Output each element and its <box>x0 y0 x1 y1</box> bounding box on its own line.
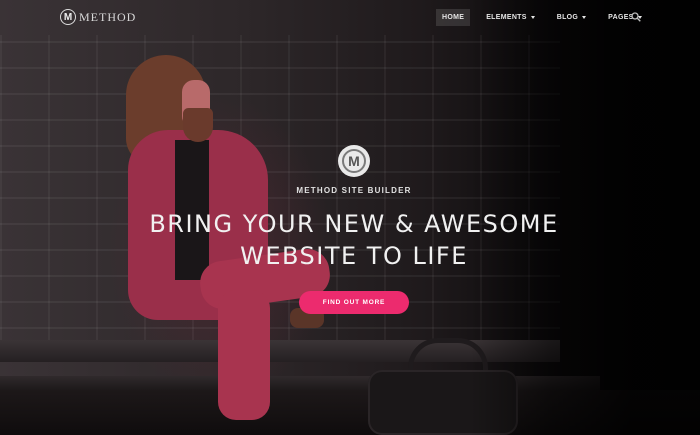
person-beard <box>183 108 213 142</box>
headline-line-2: WEBSITE TO LIFE <box>240 242 468 270</box>
main-menu: HOME ELEMENTS BLOG PAGES <box>436 9 658 26</box>
nav-item-label: ELEMENTS <box>486 14 527 21</box>
find-out-more-button[interactable]: FIND OUT MORE <box>299 291 409 314</box>
headline-line-1: BRING YOUR NEW & AWESOME <box>149 210 559 238</box>
person-leg <box>218 290 270 420</box>
site-logo[interactable]: M METHOD <box>60 9 136 25</box>
hero-headline: BRING YOUR NEW & AWESOME WEBSITE TO LIFE <box>130 208 578 272</box>
top-navbar: M METHOD HOME ELEMENTS BLOG PAGES <box>0 0 700 38</box>
hero-section: M METHOD HOME ELEMENTS BLOG PAGES M METH… <box>0 0 700 435</box>
nav-item-elements[interactable]: ELEMENTS <box>480 9 541 26</box>
logo-text: METHOD <box>79 9 137 24</box>
hero-subtitle: METHOD SITE BUILDER <box>296 186 412 195</box>
nav-item-label: HOME <box>442 14 465 21</box>
chevron-down-icon <box>582 16 587 19</box>
hero-logo-badge: M <box>338 145 370 177</box>
search-icon[interactable] <box>631 12 641 22</box>
nav-item-blog[interactable]: BLOG <box>551 9 592 26</box>
nav-item-home[interactable]: HOME <box>436 9 471 26</box>
nav-item-label: BLOG <box>556 14 579 21</box>
chevron-down-icon <box>530 16 535 19</box>
logo-mark-icon: M <box>60 9 76 25</box>
nav-item-label: PAGES <box>608 14 634 21</box>
method-logo-icon: M <box>342 149 366 173</box>
